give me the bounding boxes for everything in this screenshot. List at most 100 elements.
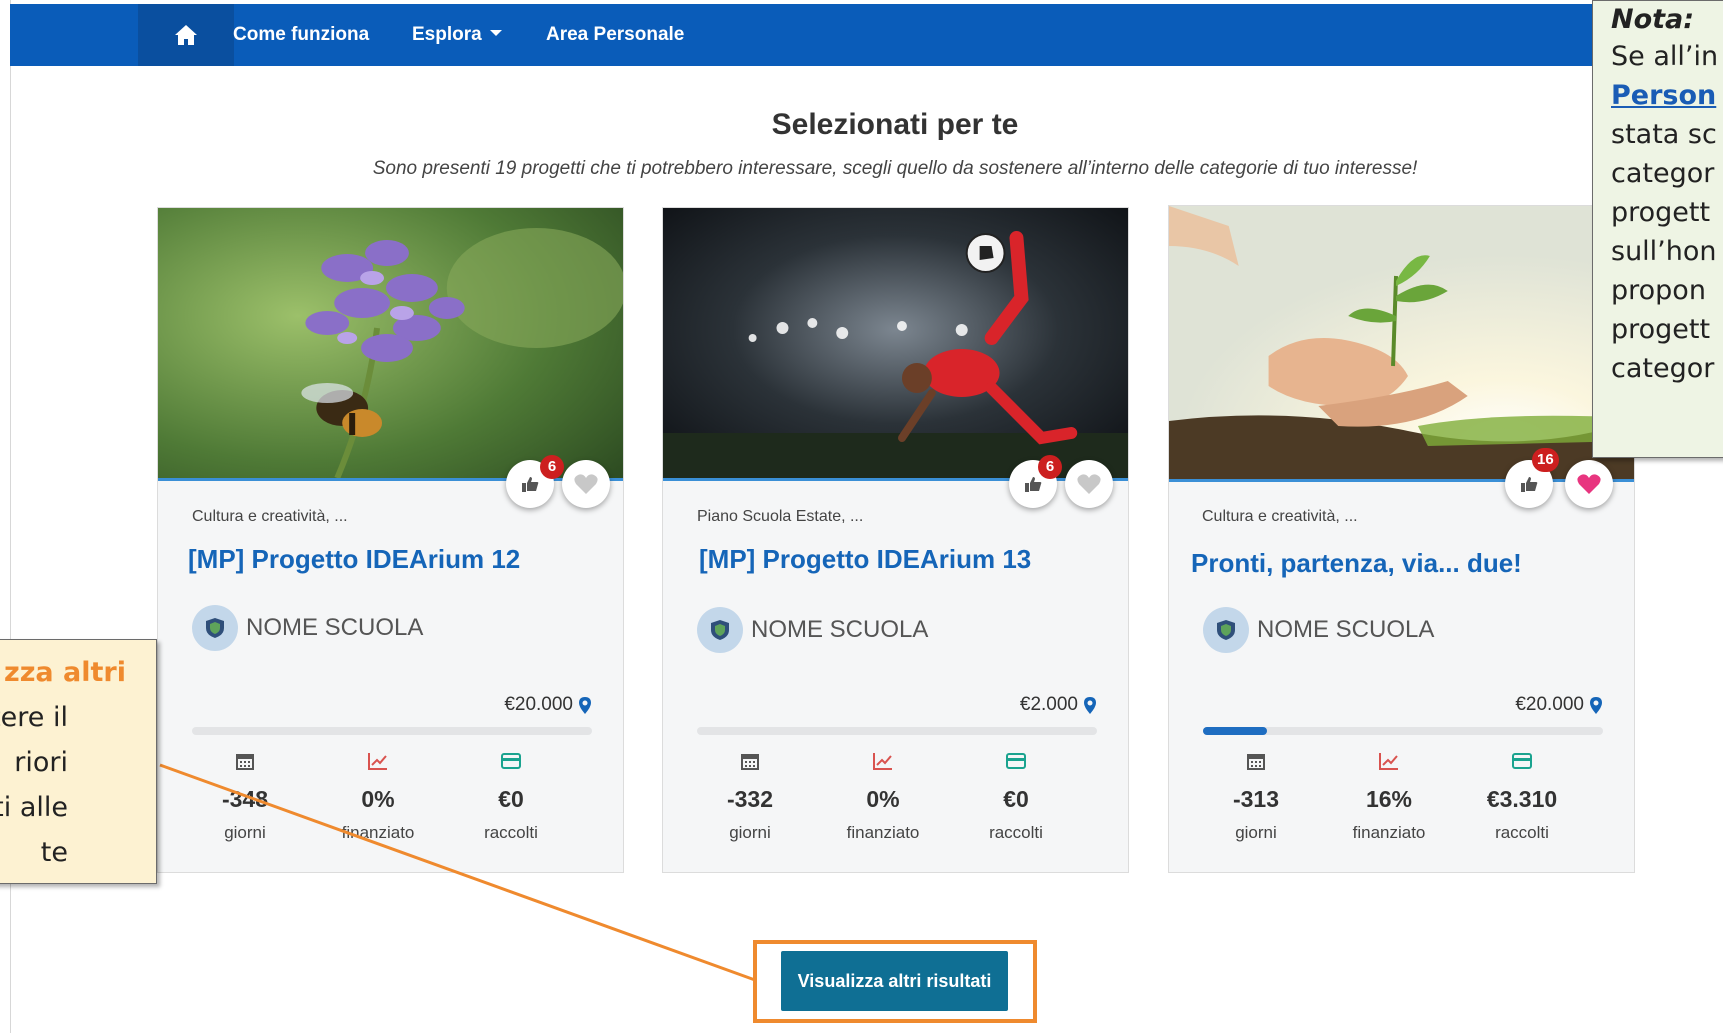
favorite-button-active[interactable] bbox=[1565, 460, 1613, 508]
stat-days: -348 giorni bbox=[178, 748, 312, 843]
stat-days: -313 giorni bbox=[1189, 748, 1323, 843]
section-title: Selezionati per te bbox=[771, 108, 1019, 141]
shield-icon bbox=[711, 620, 729, 640]
funding-goal-value: €20.000 bbox=[1515, 694, 1584, 715]
project-card[interactable]: 16 Cultura e creatività, ... Pronti, par… bbox=[1168, 205, 1635, 873]
nav-come-funziona[interactable]: Come funziona bbox=[233, 4, 369, 66]
stat-raised: €0 raccolti bbox=[949, 748, 1083, 843]
favorite-button[interactable] bbox=[562, 460, 610, 508]
stat-funded: 0% finanziato bbox=[311, 748, 445, 843]
shield-icon bbox=[206, 618, 224, 638]
calendar-icon bbox=[236, 754, 254, 770]
funding-goal-value: €2.000 bbox=[1019, 694, 1078, 715]
left-callout-line: riori bbox=[14, 747, 68, 778]
nav-esplora-label: Esplora bbox=[412, 24, 482, 45]
left-callout-line: te bbox=[40, 837, 68, 868]
project-card[interactable]: 6 Cultura e creatività, ... [MP] Progett… bbox=[157, 207, 624, 873]
stat-funded-label: finanziato bbox=[846, 823, 920, 842]
favorite-button[interactable] bbox=[1065, 460, 1113, 508]
stat-days-label: giorni bbox=[224, 823, 266, 842]
stat-raised-value: €3.310 bbox=[1486, 786, 1558, 812]
like-count-badge: 6 bbox=[1038, 455, 1062, 479]
map-pin-icon bbox=[1590, 696, 1602, 714]
school-info: NOME SCUOLA bbox=[697, 607, 928, 653]
stat-days-value: -313 bbox=[1232, 786, 1280, 812]
stat-funded: 0% finanziato bbox=[816, 748, 950, 843]
line-chart-icon bbox=[368, 753, 387, 770]
map-pin-icon bbox=[579, 696, 591, 714]
project-category: Cultura e creatività, ... bbox=[1202, 508, 1358, 525]
calendar-icon bbox=[741, 754, 759, 770]
project-title[interactable]: Pronti, partenza, via... due! bbox=[1191, 548, 1522, 579]
credit-card-icon bbox=[501, 753, 521, 769]
calendar-icon bbox=[1247, 754, 1265, 770]
funding-goal: €20.000 bbox=[1515, 694, 1602, 716]
heart-icon bbox=[1077, 474, 1101, 494]
stat-raised: €3.310 raccolti bbox=[1455, 748, 1589, 843]
project-stats: -348 giorni 0% finanziato €0 raccolti bbox=[178, 748, 578, 858]
line-chart-icon bbox=[1379, 753, 1398, 770]
school-name: NOME SCUOLA bbox=[1257, 616, 1435, 643]
funding-progress-bar bbox=[192, 727, 592, 735]
chevron-down-icon bbox=[489, 29, 502, 36]
project-card[interactable]: 6 Piano Scuola Estate, ... [MP] Progetto… bbox=[662, 207, 1129, 873]
heart-icon bbox=[1577, 474, 1601, 494]
card-accent-line bbox=[663, 478, 1128, 481]
left-annotation-callout: zza altri ttere il riori nti alle te bbox=[0, 639, 157, 884]
note-line: propon bbox=[1611, 275, 1706, 306]
stat-funded-value: 0% bbox=[866, 786, 900, 812]
stat-funded-value: 16% bbox=[1365, 786, 1413, 812]
stat-days-value: -332 bbox=[726, 786, 774, 812]
shield-icon bbox=[1217, 620, 1235, 640]
nav-home-button[interactable] bbox=[138, 4, 234, 66]
project-category: Cultura e creatività, ... bbox=[192, 508, 348, 525]
school-avatar bbox=[1203, 607, 1249, 653]
project-image-bee-flower[interactable] bbox=[158, 208, 623, 478]
credit-card-icon bbox=[1512, 753, 1532, 769]
heart-icon bbox=[574, 474, 598, 494]
funding-goal-value: €20.000 bbox=[504, 694, 573, 715]
show-more-results-button[interactable]: Visualizza altri risultati bbox=[781, 951, 1008, 1011]
project-image-seedling[interactable] bbox=[1169, 206, 1634, 479]
thumbs-up-icon bbox=[1521, 477, 1538, 492]
thumbs-up-icon bbox=[522, 477, 539, 492]
nav-esplora-dropdown[interactable]: Esplora bbox=[412, 4, 502, 66]
funding-goal: €2.000 bbox=[1020, 694, 1096, 716]
stat-raised-label: raccolti bbox=[989, 823, 1043, 842]
note-line: categor bbox=[1611, 158, 1715, 189]
school-avatar bbox=[192, 605, 238, 651]
note-title: Nota: bbox=[1611, 4, 1695, 35]
stat-funded-value: 0% bbox=[361, 786, 395, 812]
note-line: progett bbox=[1611, 197, 1711, 228]
school-name: NOME SCUOLA bbox=[246, 614, 424, 641]
nav-area-personale[interactable]: Area Personale bbox=[546, 4, 684, 66]
project-image-soccer-player[interactable] bbox=[663, 208, 1128, 478]
funding-progress-fill bbox=[1203, 727, 1267, 735]
note-line: sull’hon bbox=[1611, 236, 1717, 267]
school-info: NOME SCUOLA bbox=[1203, 607, 1434, 653]
project-title[interactable]: [MP] Progetto IDEArium 13 bbox=[699, 544, 1031, 575]
note-link-area-personale[interactable]: Person bbox=[1611, 76, 1723, 115]
thumbs-up-icon bbox=[1025, 477, 1042, 492]
note-line: Se all’in bbox=[1611, 41, 1719, 72]
stat-days-label: giorni bbox=[729, 823, 771, 842]
note-line: categor bbox=[1611, 353, 1715, 384]
line-chart-icon bbox=[873, 753, 892, 770]
project-title[interactable]: [MP] Progetto IDEArium 12 bbox=[188, 544, 520, 575]
school-info: NOME SCUOLA bbox=[192, 605, 423, 651]
section-subtitle: Sono presenti 19 progetti che ti potrebb… bbox=[372, 158, 1418, 179]
stat-raised-value: €0 bbox=[498, 786, 524, 812]
stat-raised-label: raccolti bbox=[1495, 823, 1549, 842]
school-avatar bbox=[697, 607, 743, 653]
stat-raised-value: €0 bbox=[1003, 786, 1029, 812]
school-name: NOME SCUOLA bbox=[751, 616, 929, 643]
top-navbar: Come funziona Esplora Area Personale bbox=[10, 4, 1723, 66]
note-line: progett bbox=[1611, 314, 1711, 345]
stat-raised: €0 raccolti bbox=[444, 748, 578, 843]
funding-goal: €20.000 bbox=[504, 694, 591, 716]
home-icon bbox=[175, 25, 197, 45]
stat-days-value: -348 bbox=[221, 786, 269, 812]
project-stats: -332 giorni 0% finanziato €0 raccolti bbox=[683, 748, 1083, 858]
like-count-badge: 6 bbox=[540, 455, 564, 479]
stat-funded-label: finanziato bbox=[1352, 823, 1426, 842]
